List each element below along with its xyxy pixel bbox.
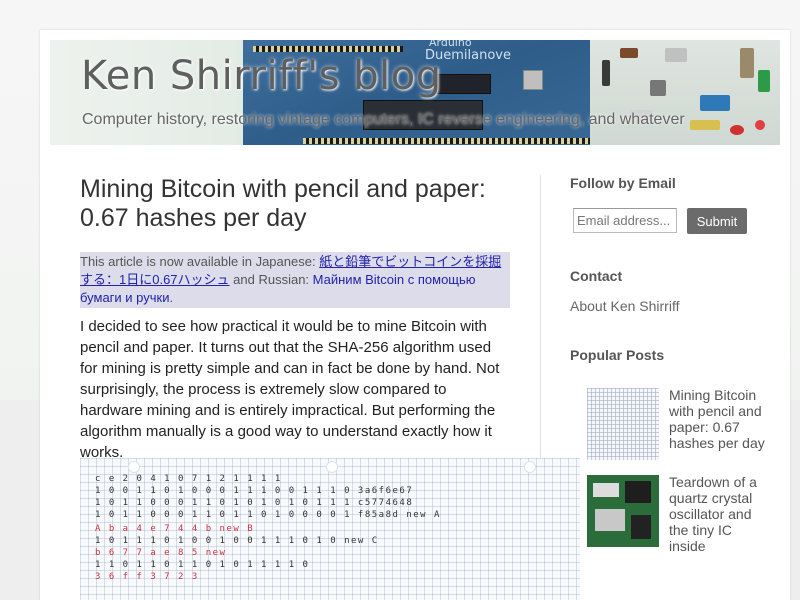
part — [650, 80, 666, 96]
part — [700, 95, 730, 111]
popular-posts-list: Mining Bitcoin with pencil and paper: 0.… — [570, 387, 770, 554]
paper-hole — [128, 461, 140, 473]
translation-notice: This article is now available in Japanes… — [80, 252, 510, 308]
notice-prefix: This article is now available in Japanes… — [80, 254, 320, 269]
handwriting-row: 1 1 0 1 1 0 1 1 0 1 0 1 1 1 1 0 — [95, 560, 310, 570]
page-container: Arduino Duemilanove Ken Shirriff's blog … — [40, 30, 790, 600]
popular-post-item: Mining Bitcoin with pencil and paper: 0.… — [587, 387, 770, 460]
electronic-parts-image — [590, 40, 780, 145]
column-divider — [540, 175, 541, 465]
post-body: I decided to see how practical it would … — [80, 318, 500, 461]
email-input[interactable] — [573, 208, 677, 233]
blog-header: Arduino Duemilanove Ken Shirriff's blog … — [50, 40, 780, 145]
part — [620, 48, 638, 58]
paper-hole — [524, 461, 536, 473]
reset-button-image — [523, 70, 543, 90]
contact-title: Contact — [570, 268, 623, 284]
popular-post-thumbnail[interactable] — [587, 475, 659, 547]
post-title: Mining Bitcoin with pencil and paper: 0.… — [80, 175, 486, 232]
email-subscribe-form: Submit — [570, 208, 770, 234]
handwriting-row: 1 0 1 1 1 0 1 0 0 1 0 0 1 1 1 0 1 0 new … — [95, 536, 379, 546]
part — [758, 70, 770, 92]
part — [665, 48, 687, 62]
notice-suffix: . — [169, 290, 174, 305]
popular-post-link[interactable]: Mining Bitcoin with pencil and paper: 0.… — [669, 387, 765, 451]
handwriting-row: c e 2 0 4 1 0 7 1 2 1 1 1 1 — [95, 474, 282, 484]
part — [602, 60, 610, 86]
thumb-component — [631, 515, 651, 539]
part — [755, 120, 765, 130]
popular-post-item: Teardown of a quartz crystal oscillator … — [587, 474, 770, 554]
popular-post-thumbnail[interactable] — [587, 388, 659, 460]
handwritten-sha256-image[interactable]: c e 2 0 4 1 0 7 1 2 1 1 1 1 1 0 0 1 1 0 … — [80, 458, 580, 600]
popular-posts-title: Popular Posts — [570, 347, 665, 363]
handwriting-row: 1 0 1 1 0 0 0 1 1 0 1 0 1 0 1 0 1 1 1 c5… — [95, 498, 414, 508]
notice-middle: and Russian: — [229, 272, 313, 287]
blog-description: Computer history, restoring vintage comp… — [82, 111, 685, 128]
board-header-pins — [303, 138, 603, 144]
blog-title[interactable]: Ken Shirriff's blog — [81, 53, 442, 99]
thumb-component — [593, 483, 619, 497]
handwriting-row: b 6 7 7 a e 8 5 new — [95, 548, 227, 558]
handwriting-row: 1 0 0 1 1 0 1 0 0 0 1 1 1 0 0 1 1 1 0 3a… — [95, 486, 414, 496]
submit-button[interactable]: Submit — [687, 208, 747, 234]
main-column: Mining Bitcoin with pencil and paper: 0.… — [80, 175, 520, 463]
board-header-pins — [253, 46, 403, 52]
paper-hole — [326, 461, 338, 473]
thumb-component — [595, 509, 625, 531]
about-ken-shirriff-link[interactable]: About Ken Shirriff — [570, 298, 770, 314]
handwriting-row: A b a 4 e 7 4 4 b new B — [95, 524, 255, 534]
part — [730, 125, 744, 135]
part — [690, 120, 720, 130]
sidebar: Follow by Email Submit Contact About Ken… — [570, 175, 770, 568]
thumb-component — [625, 481, 651, 503]
part — [740, 48, 754, 78]
popular-post-link[interactable]: Teardown of a quartz crystal oscillator … — [669, 474, 757, 554]
follow-by-email-title: Follow by Email — [570, 175, 676, 191]
handwriting-row: 3 6 f f 3 7 2 3 — [95, 572, 199, 582]
handwriting-row: 1 0 1 1 0 0 0 1 1 0 1 1 0 1 0 0 0 0 1 f8… — [95, 510, 441, 520]
